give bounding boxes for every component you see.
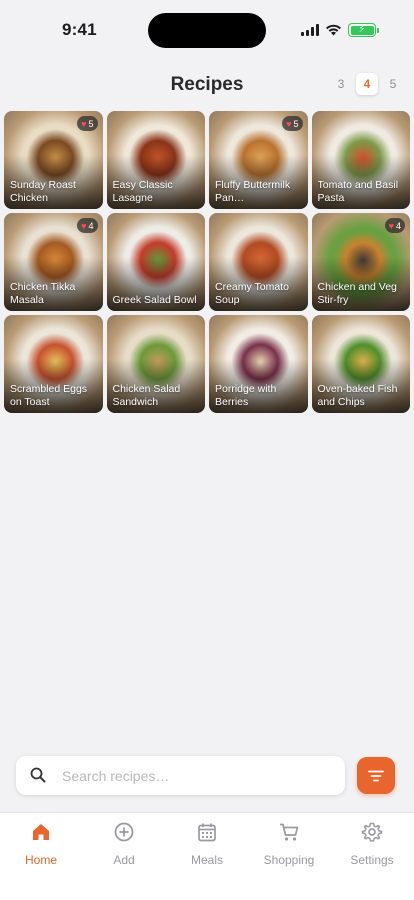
- house-icon: [30, 821, 52, 848]
- recipe-title: Sunday Roast Chicken: [10, 179, 76, 204]
- page-number-4[interactable]: 4: [356, 73, 378, 95]
- dynamic-island: [148, 13, 266, 48]
- page-number-3[interactable]: 3: [330, 73, 352, 95]
- recipe-grid: ♥ 5 Sunday Roast Chicken Easy Classic Lasag…: [4, 111, 410, 413]
- recipe-title: Chicken and Veg Stir-fry: [317, 281, 397, 306]
- tab-label: Shopping: [263, 853, 315, 867]
- recipe-card[interactable]: Porridge with Berries: [209, 315, 308, 413]
- heart-icon: ♥: [388, 220, 394, 231]
- recipe-card[interactable]: Greek Salad Bowl: [106, 213, 205, 311]
- cellular-signal-icon: [301, 24, 319, 36]
- cart-icon: [278, 821, 300, 848]
- plus-circle-icon: [113, 821, 135, 848]
- tab-meals[interactable]: Meals: [166, 821, 248, 867]
- recipe-title: Tomato and Basil Pasta: [317, 179, 399, 204]
- recipe-title: Porridge with Berries: [215, 383, 277, 408]
- heart-icon: ♥: [81, 220, 87, 231]
- heart-icon: ♥: [81, 118, 87, 129]
- pager: 345: [330, 73, 404, 95]
- tab-add[interactable]: Add: [83, 821, 165, 867]
- recipe-title: Greek Salad Bowl: [112, 293, 197, 306]
- recipe-title: Scrambled Eggs on Toast: [10, 383, 88, 408]
- recipe-title: Fluffy Buttermilk Pan…: [215, 179, 291, 204]
- status-icons: ⚡: [301, 22, 379, 38]
- tab-label: Settings: [350, 853, 394, 867]
- recipe-title: Easy Classic Lasagne: [112, 179, 173, 204]
- page-number-5[interactable]: 5: [382, 73, 404, 95]
- favorite-count: 5: [293, 118, 299, 129]
- tab-shopping[interactable]: Shopping: [248, 821, 330, 867]
- status-time: 9:41: [62, 20, 97, 39]
- favorite-count-badge: ♥ 5: [77, 116, 98, 131]
- recipe-card[interactable]: Chicken Salad Sandwich: [106, 315, 205, 413]
- recipe-card[interactable]: Scrambled Eggs on Toast: [4, 315, 103, 413]
- tab-label: Add: [113, 853, 135, 867]
- recipe-card[interactable]: Oven-baked Fish and Chips: [311, 315, 410, 413]
- tab-home[interactable]: Home: [0, 821, 82, 867]
- header: Recipes 345: [0, 68, 414, 104]
- tab-label: Meals: [190, 853, 223, 867]
- recipe-card[interactable]: ♥ 4 Chicken Tikka Masala: [4, 213, 103, 311]
- wifi-icon: [326, 24, 341, 36]
- tab-bar: Home Add Meals Shopping Settings: [0, 812, 414, 900]
- favorite-count: 5: [88, 118, 94, 129]
- search-bar[interactable]: [16, 756, 345, 795]
- recipe-title: Oven-baked Fish and Chips: [317, 383, 398, 408]
- favorite-count-badge: ♥ 4: [77, 218, 98, 233]
- sort-filter-button[interactable]: [357, 757, 395, 794]
- recipe-title: Chicken Tikka Masala: [10, 281, 76, 306]
- favorite-count-badge: ♥ 4: [384, 218, 405, 233]
- recipe-card[interactable]: ♥ 4 Chicken and Veg Stir-fry: [311, 213, 410, 311]
- tab-settings[interactable]: Settings: [331, 821, 413, 867]
- calendar-icon: [196, 821, 218, 848]
- recipe-title: Creamy Tomato Soup: [215, 281, 289, 306]
- status-bar: 9:41 ⚡: [0, 0, 414, 60]
- recipe-card[interactable]: ♥ 5 Fluffy Buttermilk Pan…: [209, 111, 308, 209]
- battery-icon: ⚡: [348, 23, 379, 37]
- gear-icon: [361, 821, 383, 848]
- favorite-count: 4: [88, 220, 94, 231]
- favorite-count-badge: ♥ 5: [282, 116, 303, 131]
- recipe-card[interactable]: Creamy Tomato Soup: [209, 213, 308, 311]
- tab-label: Home: [24, 853, 57, 867]
- recipe-card[interactable]: Easy Classic Lasagne: [106, 111, 205, 209]
- sort-lines-icon: [368, 770, 384, 781]
- heart-icon: ♥: [286, 118, 292, 129]
- recipe-card[interactable]: Tomato and Basil Pasta: [311, 111, 410, 209]
- favorite-count: 4: [395, 220, 401, 231]
- search-input[interactable]: [62, 756, 332, 795]
- search-icon: [30, 767, 46, 783]
- recipe-card[interactable]: ♥ 5 Sunday Roast Chicken: [4, 111, 103, 209]
- recipe-title: Chicken Salad Sandwich: [112, 383, 181, 408]
